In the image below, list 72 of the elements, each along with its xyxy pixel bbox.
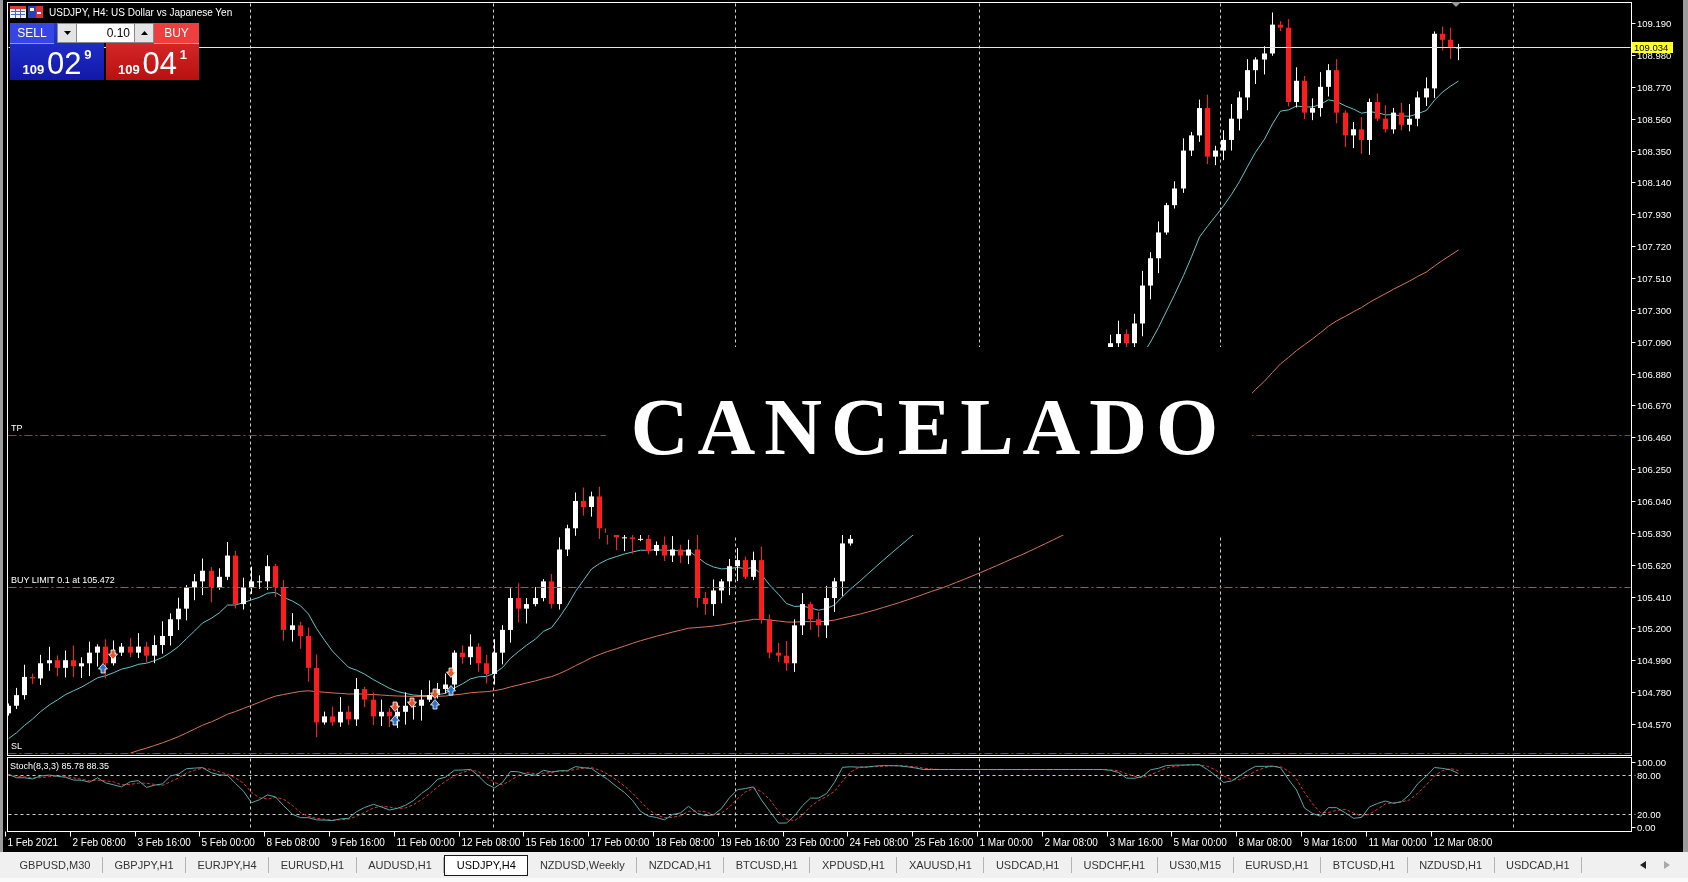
price-axis-label: 108.350 [1637, 146, 1672, 157]
price-axis-label: 106.670 [1637, 400, 1672, 411]
time-axis-label: 19 Feb 16:00 [720, 836, 780, 848]
price-axis-label: 104.570 [1637, 719, 1672, 730]
price-axis-label: 108.560 [1637, 114, 1672, 125]
price-axis-label: 108.140 [1637, 177, 1672, 188]
price-axis-label: 108.770 [1637, 82, 1672, 93]
time-axis-label: 8 Feb 08:00 [266, 836, 320, 848]
chart-tab[interactable]: BTCUSD,H1 [1321, 857, 1408, 873]
chart-tab[interactable]: USDCHF,H1 [1072, 857, 1158, 873]
time-axis-label: 1 Mar 00:00 [979, 836, 1033, 848]
time-axis-label: 5 Feb 00:00 [201, 836, 255, 848]
time-axis-label: 3 Mar 16:00 [1109, 836, 1163, 848]
price-axis-label: 106.250 [1637, 464, 1672, 475]
time-axis-label: 9 Feb 16:00 [331, 836, 385, 848]
time-axis-label: 17 Feb 00:00 [590, 836, 650, 848]
chart-tab[interactable]: NZDUSD,Weekly [528, 857, 638, 873]
time-axis-label: 23 Feb 00:00 [785, 836, 845, 848]
price-axis-label: 105.410 [1637, 592, 1672, 603]
chart-tab[interactable]: EURUSD,H1 [1233, 857, 1322, 873]
price-axis-label: 106.880 [1637, 369, 1672, 380]
caret-left-icon [1640, 861, 1646, 869]
time-axis-label: 24 Feb 08:00 [849, 836, 909, 848]
chart-tab[interactable]: XAUUSD,H1 [897, 857, 985, 873]
price-axis-label: 105.200 [1637, 623, 1672, 634]
chart-tab[interactable]: USDCAD,H1 [984, 857, 1072, 873]
price-axis-label: 107.300 [1637, 305, 1672, 316]
price-axis-label: 104.780 [1637, 687, 1672, 698]
chart-tab[interactable]: NZDCAD,H1 [637, 857, 725, 873]
indicator-axis-label: 20.00 [1637, 809, 1661, 820]
time-axis-label: 9 Mar 16:00 [1303, 836, 1357, 848]
price-axis-label: 105.620 [1637, 560, 1672, 571]
price-axis-label: 107.510 [1637, 273, 1672, 284]
chart-tab[interactable]: EURUSD,H1 [269, 857, 357, 873]
chart-tab[interactable]: GBPJPY,H1 [102, 857, 187, 873]
chart-tab[interactable]: NZDUSD,H1 [1407, 857, 1495, 873]
time-axis-label: 2 Mar 08:00 [1044, 836, 1098, 848]
time-axis-label: 18 Feb 08:00 [655, 836, 715, 848]
time-axis-label: 8 Mar 08:00 [1238, 836, 1292, 848]
price-axis-label: 107.090 [1637, 337, 1672, 348]
price-axis-label: 106.040 [1637, 496, 1672, 507]
chart-tab[interactable]: EURJPY,H4 [186, 857, 270, 873]
bid-price-label: 109.034 [1632, 42, 1673, 53]
time-axis-label: 11 Feb 00:00 [396, 836, 455, 848]
chart-tab[interactable]: USDCAD,H1 [1494, 857, 1583, 873]
time-axis-label: 12 Mar 08:00 [1433, 836, 1493, 848]
time-axis-label: 11 Mar 00:00 [1368, 836, 1427, 848]
price-axis-label: 107.720 [1637, 241, 1672, 252]
indicator-label: Stoch(8,3,3) 85.78 88.35 [10, 761, 110, 771]
chart-tab[interactable]: USDJPY,H4 [444, 854, 529, 876]
caret-right-icon [1664, 861, 1670, 869]
time-axis-label: 5 Mar 00:00 [1173, 836, 1227, 848]
indicator-axis-label: 100.00 [1637, 757, 1667, 768]
time-axis-label: 15 Feb 16:00 [525, 836, 585, 848]
chart-tab[interactable]: BTCUSD,H1 [724, 857, 811, 873]
triangle-marker-icon [1451, 2, 1461, 7]
price-axis-label: 104.990 [1637, 655, 1672, 666]
price-axis-label: 107.930 [1637, 209, 1672, 220]
time-axis-label: 2 Feb 08:00 [72, 836, 126, 848]
price-axis-label: 109.190 [1637, 18, 1672, 29]
time-axis-label: 12 Feb 08:00 [461, 836, 521, 848]
price-axis-label: 108.980 [1637, 50, 1672, 61]
time-axis-label: 1 Feb 2021 [7, 836, 59, 848]
chart-tab[interactable]: US30,M15 [1157, 857, 1234, 873]
price-axis-label: 105.830 [1637, 528, 1672, 539]
price-axis-label: 106.460 [1637, 432, 1672, 443]
indicator-axis-label: 0.00 [1637, 822, 1656, 833]
chart-tab[interactable]: GBPUSD,M30 [8, 857, 103, 873]
time-axis-label: 25 Feb 16:00 [914, 836, 974, 848]
chart-tab[interactable]: XPDUSD,H1 [810, 857, 898, 873]
time-axis-label: 3 Feb 16:00 [137, 836, 191, 848]
indicator-axis-label: 80.00 [1637, 770, 1661, 781]
